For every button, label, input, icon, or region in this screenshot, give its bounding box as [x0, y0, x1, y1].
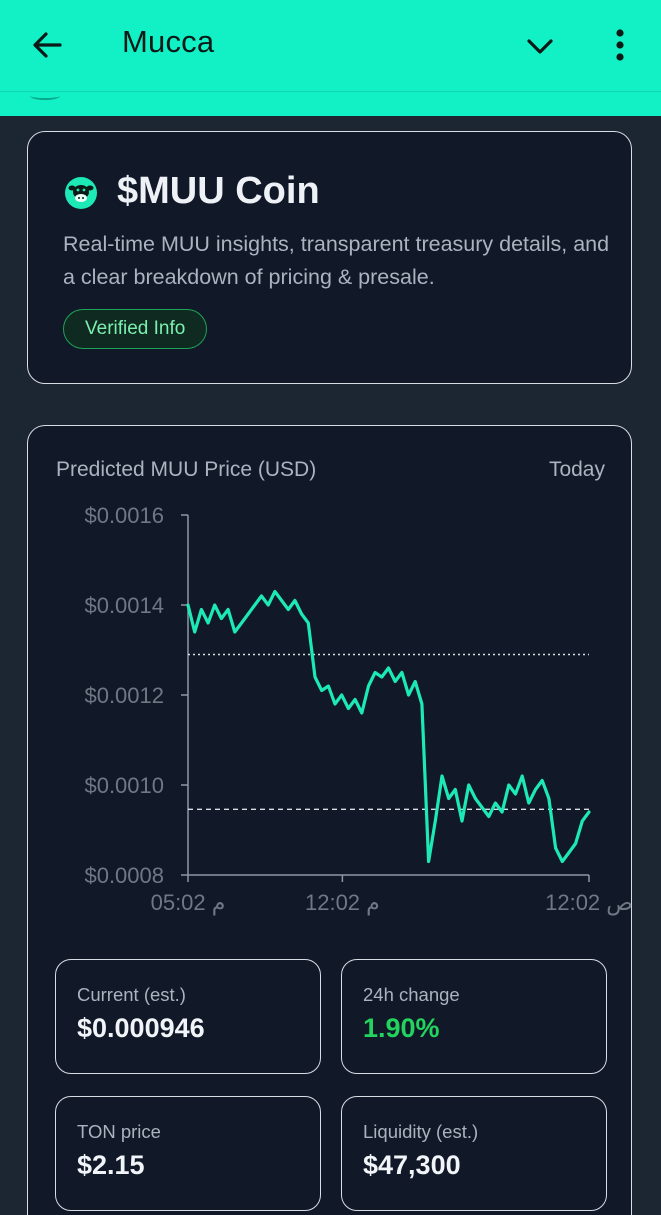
- price-chart-card: Predicted MUU Price (USD) Today $0.0016 $…: [27, 425, 633, 1215]
- y-tick-label: $0.0010: [84, 773, 164, 798]
- stat-value: $47,300: [363, 1150, 461, 1180]
- y-tick-label: $0.0016: [84, 503, 164, 528]
- coin-description: Real-time MUU insights, transparent trea…: [63, 232, 610, 289]
- cow-coin-icon: [65, 177, 97, 209]
- stat-label: TON price: [77, 1121, 161, 1142]
- coin-title: $MUU Coin: [117, 170, 320, 212]
- stat-label: Liquidity (est.): [363, 1121, 479, 1142]
- price-series-line: [186, 589, 591, 864]
- x-tick-label: 05:02 م: [151, 890, 226, 915]
- y-tick-label: $0.0014: [84, 593, 164, 618]
- price-line-chart: $0.0016 $0.0014 $0.0012 $0.0010 $0.000805:02…: [84, 503, 633, 916]
- app-bar-extension: [0, 91, 661, 116]
- x-tick-label: 12:02 م: [305, 890, 380, 915]
- stat-value: $0.000946: [77, 1013, 205, 1043]
- verified-badge: Verified Info: [63, 309, 208, 349]
- y-tick-label: $0.0008: [84, 863, 164, 888]
- stat-current: Current (est.) $0.000946: [55, 959, 321, 1074]
- stat-liquidity: Liquidity (est.) $47,300: [341, 1096, 607, 1211]
- stat-value: 1.90%: [363, 1013, 440, 1043]
- stat-ton-price: TON price $2.15: [55, 1096, 321, 1211]
- app-title: Mucca: [122, 24, 215, 59]
- app-bar: Mucca: [0, 0, 661, 91]
- coin-info-card: $MUU Coin Real-time MUU insights, transp…: [27, 131, 632, 384]
- stat-24h-change: 24h change 1.90%: [341, 959, 607, 1074]
- more-vertical-icon[interactable]: [606, 26, 634, 64]
- chevron-down-icon[interactable]: [524, 30, 556, 62]
- stat-value: $2.15: [77, 1150, 145, 1180]
- stat-label: 24h change: [363, 984, 460, 1005]
- y-tick-label: $0.0012: [84, 683, 164, 708]
- back-arrow-icon[interactable]: [30, 28, 64, 62]
- x-tick-label: 12:02 ص: [545, 890, 633, 916]
- stat-label: Current (est.): [77, 984, 186, 1005]
